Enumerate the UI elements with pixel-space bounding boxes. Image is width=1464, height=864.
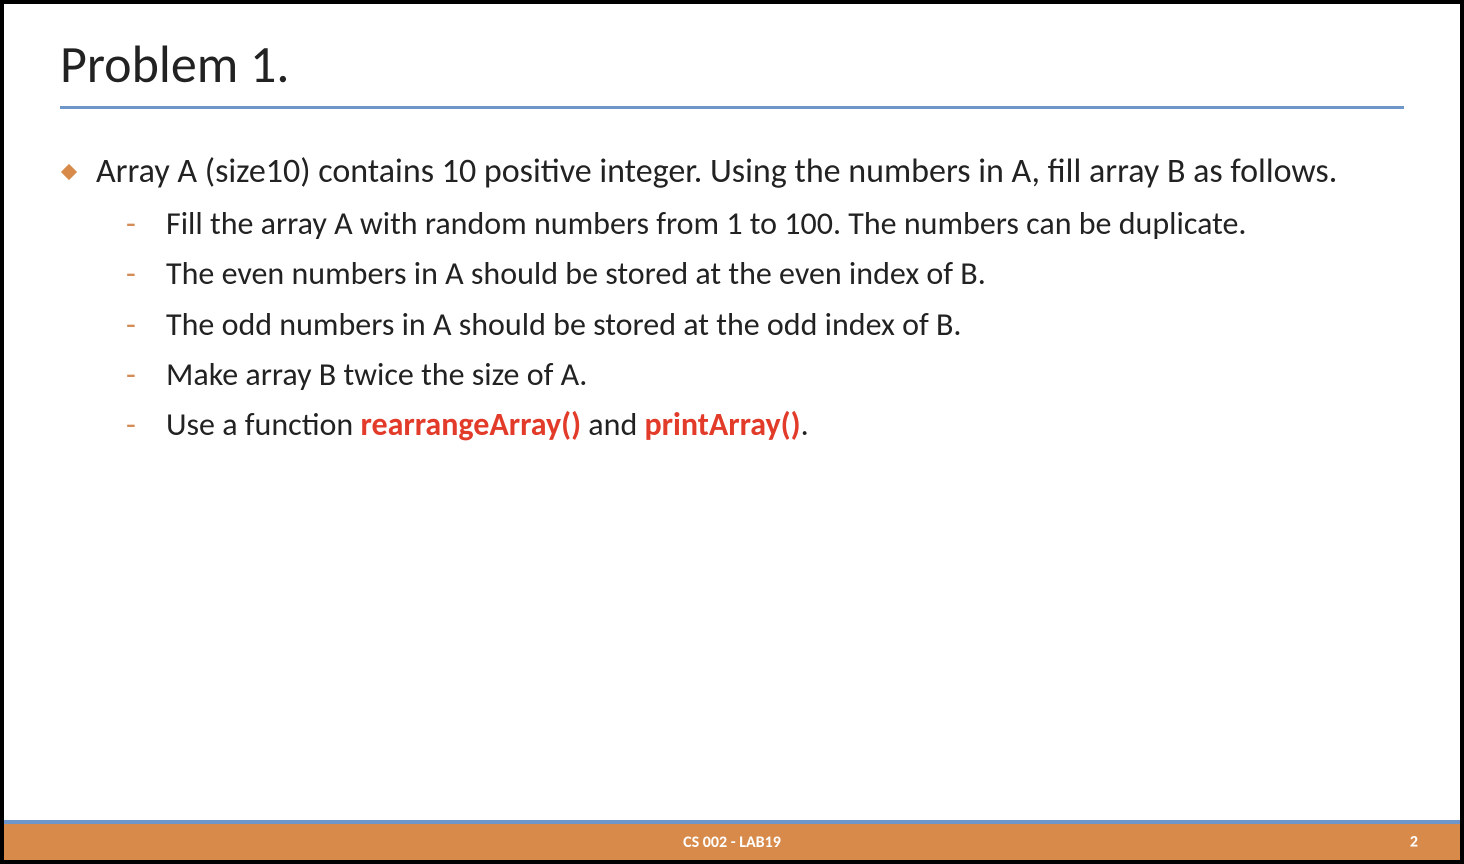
list-item: - The even numbers in A should be stored… [120,251,1404,297]
title-underline [60,106,1404,109]
slide: Problem 1. Array A (size10) contains 10 … [0,0,1464,864]
main-bullet: Array A (size10) contains 10 positive in… [60,149,1404,195]
diamond-bullet-icon [60,163,78,181]
last-bullet-post: . [801,405,809,444]
sub-bullet-text: Use a function rearrangeArray() and prin… [166,402,1404,448]
dash-icon: - [120,352,166,398]
function-name-2: printArray() [644,405,800,444]
list-item: - The odd numbers in A should be stored … [120,302,1404,348]
slide-content: Problem 1. Array A (size10) contains 10 … [4,4,1460,820]
sub-bullet-list: - Fill the array A with random numbers f… [120,201,1404,449]
slide-footer: CS 002 - LAB19 2 [4,820,1460,860]
footer-bar: CS 002 - LAB19 2 [4,824,1460,860]
dash-icon: - [120,201,166,247]
sub-bullet-text: Fill the array A with random numbers fro… [166,201,1404,247]
dash-icon: - [120,251,166,297]
page-number: 2 [1410,833,1418,852]
dash-icon: - [120,402,166,448]
last-bullet-pre: Use a function [166,405,360,444]
list-item: - Make array B twice the size of A. [120,352,1404,398]
main-bullet-text: Array A (size10) contains 10 positive in… [96,149,1337,195]
function-name-1: rearrangeArray() [360,405,581,444]
sub-bullet-text: The odd numbers in A should be stored at… [166,302,1404,348]
slide-title: Problem 1. [60,32,1404,96]
sub-bullet-text: The even numbers in A should be stored a… [166,251,1404,297]
list-item: - Use a function rearrangeArray() and pr… [120,402,1404,448]
sub-bullet-text: Make array B twice the size of A. [166,352,1404,398]
last-bullet-mid: and [581,405,644,444]
dash-icon: - [120,302,166,348]
list-item: - Fill the array A with random numbers f… [120,201,1404,247]
footer-label: CS 002 - LAB19 [683,833,781,852]
